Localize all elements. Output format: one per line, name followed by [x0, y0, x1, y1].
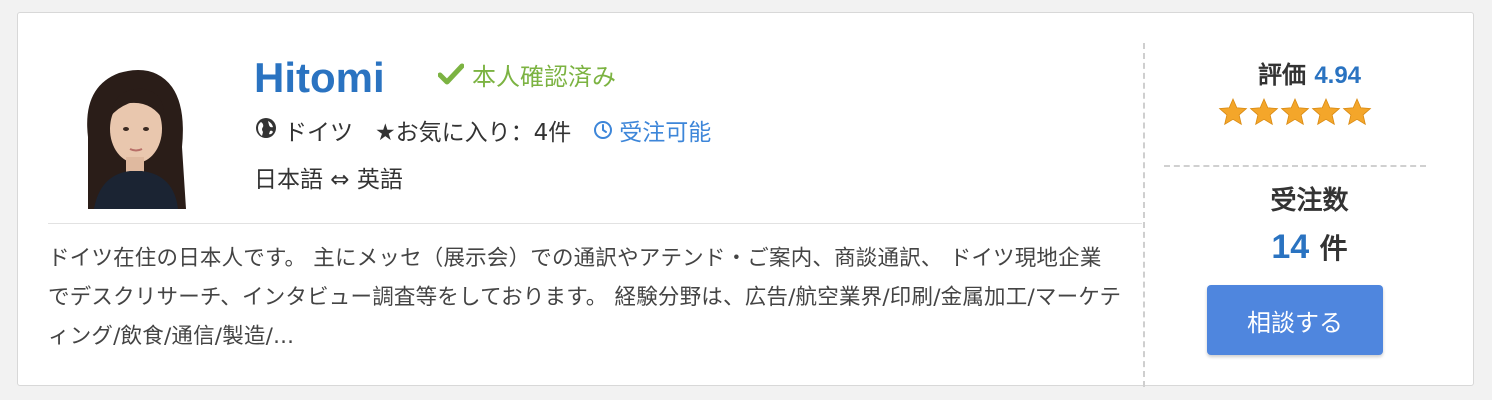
star-icon [1342, 97, 1372, 131]
clock-icon [593, 116, 613, 150]
language-pair: 日本語 ⇔ 英語 [254, 167, 403, 193]
translator-card: Hitomi 本人確認済み ドイツ ★お気に入り：4件 受注可能 日本語 ⇔ 英… [17, 12, 1475, 387]
favorites: ★お気に入り：4件 [375, 116, 571, 150]
orders-label: 受注数 [1270, 186, 1349, 216]
availability-status: 受注可能 [593, 116, 711, 150]
rating-label: 評価 [1257, 61, 1306, 89]
rating: 評価 4.94 [1144, 59, 1475, 92]
star-rating [1218, 97, 1372, 131]
stats-divider [1164, 165, 1426, 167]
star-icon [1280, 97, 1310, 131]
verified-badge: 本人確認済み [437, 61, 616, 93]
star-icon [1218, 97, 1248, 131]
verified-label: 本人確認済み [472, 63, 616, 91]
star-icon [1311, 97, 1341, 131]
orders-value: 14 [1271, 228, 1310, 266]
favorites-label: ★お気に入り：4件 [375, 120, 572, 146]
stats-panel: 評価 4.94 受注数 14 件 相談する [1144, 13, 1475, 387]
star-icon [1249, 97, 1279, 131]
profile-description: ドイツ在住の日本人です。 主にメッセ（展示会）での通訳やアテンド・ご案内、商談通… [48, 246, 1122, 349]
orders-count: 14 件 [1144, 227, 1475, 269]
avatar[interactable] [74, 57, 194, 209]
meta-row: ドイツ ★お気に入り：4件 受注可能 [254, 116, 733, 150]
translator-name[interactable]: Hitomi [254, 53, 385, 103]
consult-button[interactable]: 相談する [1207, 285, 1383, 355]
rating-value: 4.94 [1314, 62, 1362, 89]
country: ドイツ [254, 116, 353, 150]
divider [48, 223, 1142, 224]
globe-icon [254, 116, 278, 150]
orders-unit: 件 [1319, 232, 1348, 265]
country-label: ドイツ [284, 120, 353, 146]
availability-label: 受注可能 [619, 120, 712, 146]
check-icon [437, 61, 465, 93]
